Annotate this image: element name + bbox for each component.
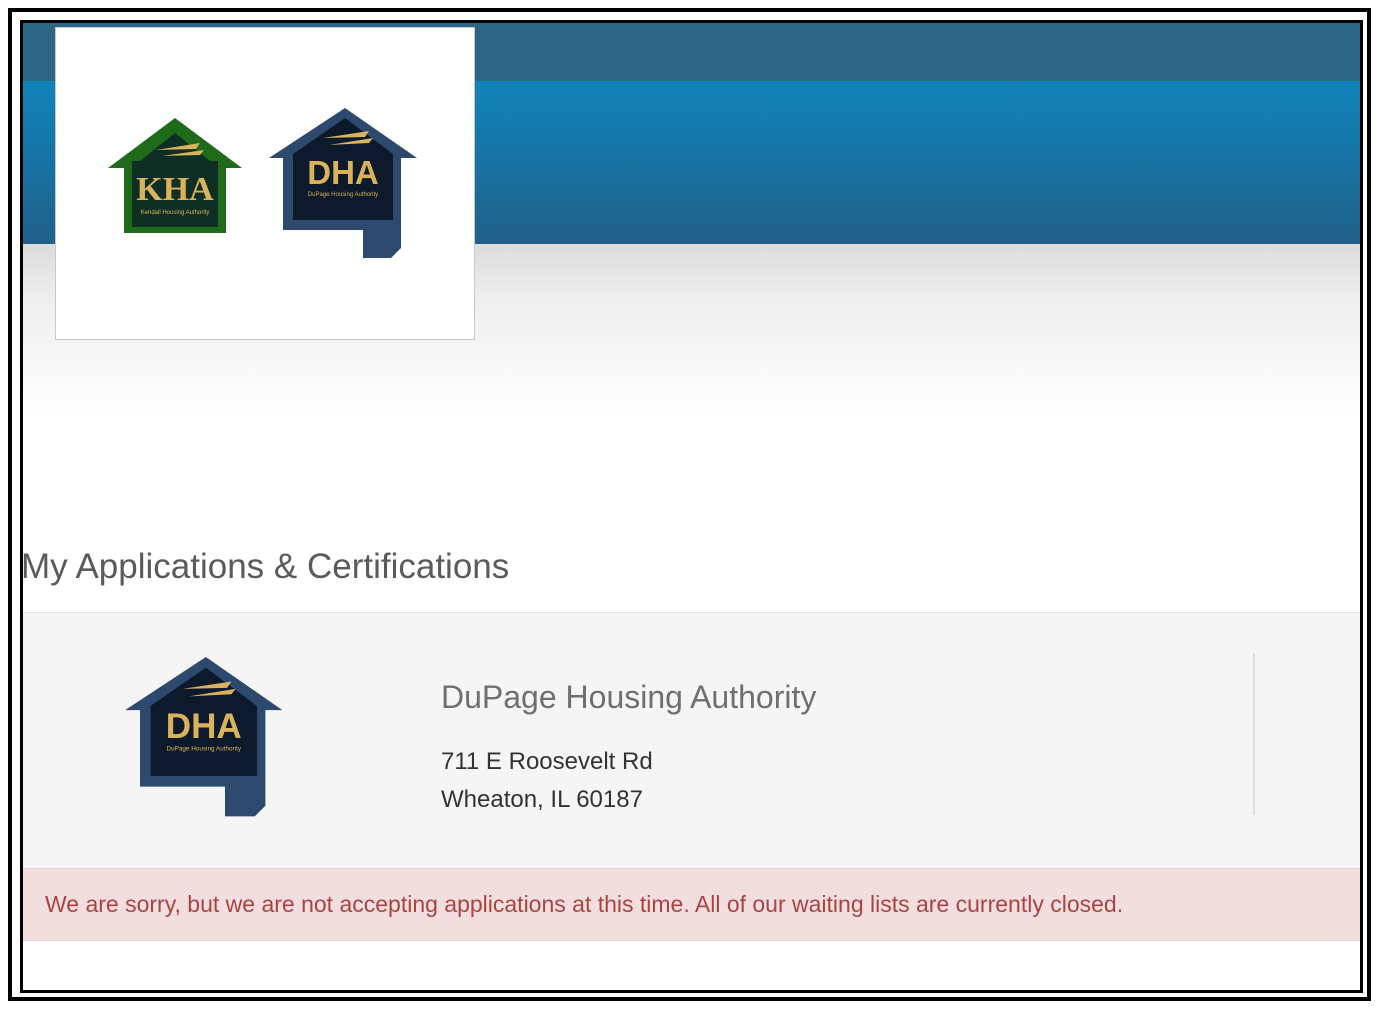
agency-card[interactable]: DHA DuPage Housing Authority DuPage Hous… xyxy=(23,613,1360,868)
address-line-1: 711 E Roosevelt Rd xyxy=(441,748,653,775)
page-title: My Applications & Certifications xyxy=(21,547,510,586)
kha-logo-subtext: Kendall Housing Authority xyxy=(141,210,210,216)
dha-card-logo-icon: DHA DuPage Housing Authority xyxy=(125,657,283,817)
outer-frame: KHA Kendall Housing Authority DHA DuPage… xyxy=(8,8,1371,1001)
kha-logo-text: KHA xyxy=(136,171,214,208)
agency-name[interactable]: DuPage Housing Authority xyxy=(441,679,816,716)
page-viewport: KHA Kendall Housing Authority DHA DuPage… xyxy=(20,20,1363,993)
closed-alert: We are sorry, but we are not accepting a… xyxy=(23,868,1360,941)
alert-message: We are sorry, but we are not accepting a… xyxy=(45,891,1124,917)
dha-logo-text: DHA xyxy=(307,154,379,191)
agency-address: 711 E Roosevelt Rd Wheaton, IL 60187 xyxy=(441,743,653,819)
kha-logo-icon: KHA Kendall Housing Authority xyxy=(108,118,242,233)
card-logo-text: DHA xyxy=(166,707,242,746)
address-line-2: Wheaton, IL 60187 xyxy=(441,786,643,813)
dha-logo-icon: DHA DuPage Housing Authority xyxy=(269,108,417,258)
card-logo-subtext: DuPage Housing Authority xyxy=(166,746,241,753)
dha-logo-subtext: DuPage Housing Authority xyxy=(308,192,378,198)
vertical-separator xyxy=(1253,653,1255,815)
site-logo[interactable]: KHA Kendall Housing Authority DHA DuPage… xyxy=(55,27,475,340)
